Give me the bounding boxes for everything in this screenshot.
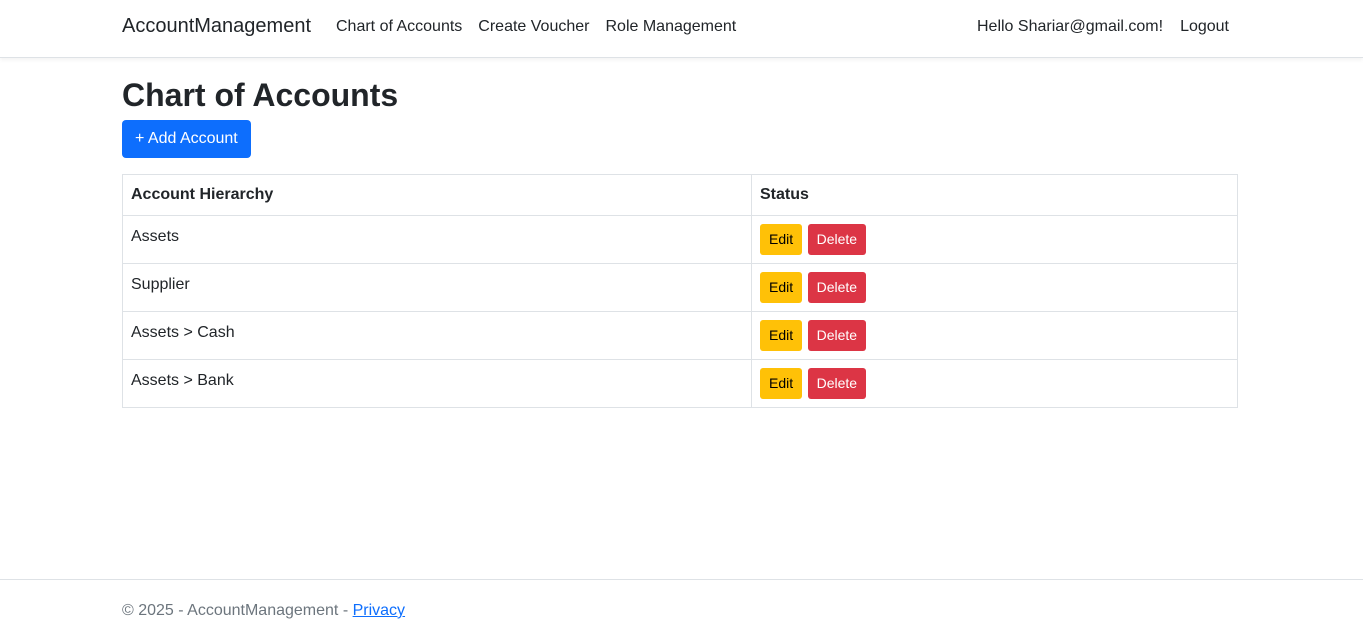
- column-header-account-hierarchy: Account Hierarchy: [122, 174, 752, 216]
- accounts-table: Account Hierarchy Status Assets Edit Del…: [122, 174, 1238, 408]
- brand-link[interactable]: AccountManagement: [122, 15, 311, 38]
- delete-button[interactable]: Delete: [807, 224, 867, 255]
- table-header-row: Account Hierarchy Status: [122, 174, 1238, 216]
- copyright-text: © 2025 - AccountManagement -: [122, 602, 353, 619]
- edit-button[interactable]: Edit: [760, 224, 803, 255]
- nav-links: Chart of Accounts Create Voucher Role Ma…: [336, 18, 736, 36]
- privacy-link[interactable]: Privacy: [353, 602, 405, 619]
- edit-button[interactable]: Edit: [760, 272, 803, 303]
- account-name-cell: Assets: [122, 215, 752, 264]
- footer-text: © 2025 - AccountManagement - Privacy: [122, 602, 405, 620]
- edit-button[interactable]: Edit: [760, 368, 803, 399]
- actions-cell: Edit Delete: [751, 311, 1238, 360]
- add-account-button[interactable]: + Add Account: [122, 120, 251, 158]
- account-name-cell: Assets > Bank: [122, 359, 752, 408]
- account-name-cell: Assets > Cash: [122, 311, 752, 360]
- nav-link-chart-of-accounts[interactable]: Chart of Accounts: [336, 18, 462, 36]
- nav-link-role-management[interactable]: Role Management: [605, 18, 736, 36]
- table-row: Supplier Edit Delete: [122, 263, 1238, 312]
- account-name-cell: Supplier: [122, 263, 752, 312]
- column-header-status: Status: [751, 174, 1238, 216]
- logout-button[interactable]: Logout: [1180, 18, 1229, 36]
- table-row: Assets Edit Delete: [122, 215, 1238, 264]
- top-navbar: AccountManagement Chart of Accounts Crea…: [0, 0, 1363, 58]
- user-greeting-link[interactable]: Hello Shariar@gmail.com!: [977, 18, 1163, 36]
- actions-cell: Edit Delete: [751, 215, 1238, 264]
- page-title: Chart of Accounts: [122, 77, 399, 113]
- delete-button[interactable]: Delete: [807, 272, 867, 303]
- delete-button[interactable]: Delete: [807, 368, 867, 399]
- actions-cell: Edit Delete: [751, 359, 1238, 408]
- nav-user-area: Hello Shariar@gmail.com! Logout: [977, 18, 1229, 36]
- delete-button[interactable]: Delete: [807, 320, 867, 351]
- table-row: Assets > Cash Edit Delete: [122, 311, 1238, 360]
- edit-button[interactable]: Edit: [760, 320, 803, 351]
- actions-cell: Edit Delete: [751, 263, 1238, 312]
- main-content: Chart of Accounts + Add Account Account …: [122, 57, 1238, 408]
- table-row: Assets > Bank Edit Delete: [122, 359, 1238, 408]
- nav-link-create-voucher[interactable]: Create Voucher: [478, 18, 589, 36]
- page-footer: © 2025 - AccountManagement - Privacy: [0, 579, 1363, 638]
